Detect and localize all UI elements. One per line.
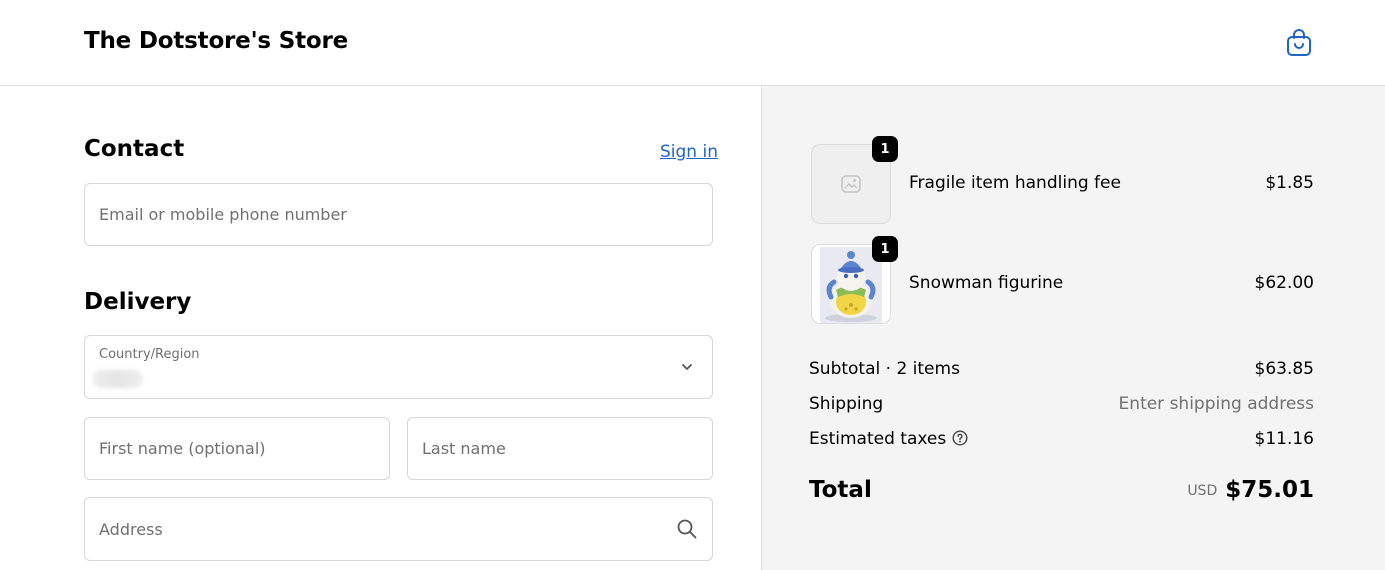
item-price: $62.00 <box>1254 273 1314 293</box>
currency-code: USD <box>1187 483 1218 499</box>
country-select[interactable]: Country/Region <box>84 335 713 399</box>
total-label: Total <box>809 477 872 503</box>
estimated-taxes-row-label: Estimated taxes <box>809 429 968 449</box>
item-name: Fragile item handling fee <box>909 173 1121 193</box>
address-placeholder: Address <box>99 520 163 539</box>
search-icon[interactable] <box>676 518 698 540</box>
shipping-value: Enter shipping address <box>1118 394 1314 414</box>
image-placeholder-icon <box>841 175 861 193</box>
total-amount: USD $75.01 <box>1187 477 1314 503</box>
sign-in-link[interactable]: Sign in <box>660 142 718 162</box>
quantity-badge: 1 <box>872 136 898 162</box>
first-name-field[interactable]: First name (optional) <box>84 417 390 480</box>
help-circle-icon[interactable] <box>952 430 968 446</box>
estimated-taxes-label: Estimated taxes <box>809 429 947 449</box>
contact-heading: Contact <box>84 136 185 162</box>
item-name: Snowman figurine <box>909 273 1064 293</box>
shipping-label: Shipping <box>809 394 884 414</box>
item-price: $1.85 <box>1265 173 1314 193</box>
country-value-redacted <box>93 370 143 388</box>
item-thumbnail-snowman: 1 <box>811 236 898 324</box>
address-field[interactable]: Address <box>84 497 713 561</box>
shopping-bag-icon[interactable] <box>1285 28 1313 58</box>
last-name-placeholder: Last name <box>422 439 506 458</box>
chevron-down-icon <box>682 364 692 370</box>
delivery-heading: Delivery <box>84 289 192 315</box>
quantity-badge: 1 <box>872 236 898 262</box>
first-name-placeholder: First name (optional) <box>99 439 266 458</box>
email-field[interactable]: Email or mobile phone number <box>84 183 713 246</box>
estimated-taxes-value: $11.16 <box>1254 429 1314 449</box>
country-label: Country/Region <box>99 347 200 362</box>
email-placeholder: Email or mobile phone number <box>99 205 347 224</box>
store-header: The Dotstore's Store <box>0 0 1385 86</box>
last-name-field[interactable]: Last name <box>407 417 713 480</box>
store-name[interactable]: The Dotstore's Store <box>84 28 348 54</box>
item-thumbnail-fee: 1 <box>811 136 898 224</box>
total-value: $75.01 <box>1225 477 1314 503</box>
subtotal-label: Subtotal · 2 items <box>809 359 960 379</box>
subtotal-value: $63.85 <box>1254 359 1314 379</box>
